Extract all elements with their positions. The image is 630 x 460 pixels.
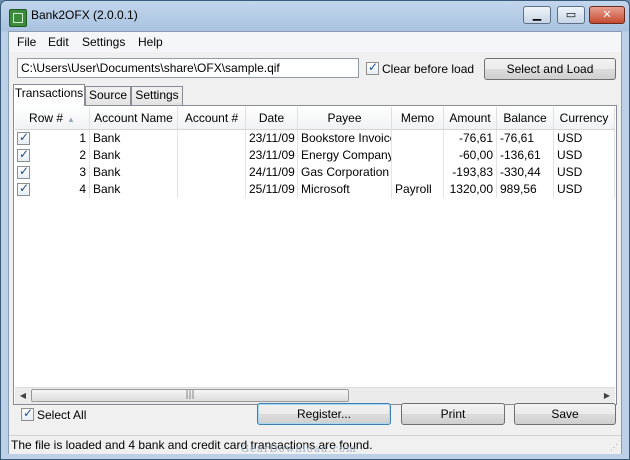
cell-account-name: Bank	[90, 147, 178, 164]
table-row[interactable]: ✓ 2 Bank 23/11/09 Energy Company -60,00 …	[15, 147, 615, 164]
menu-file[interactable]: File	[17, 35, 36, 49]
title-bar[interactable]: Bank2OFX (2.0.0.1) ▁ ▭ ✕	[1, 1, 629, 31]
cell-payee: Bookstore Invoice	[298, 130, 392, 147]
grid-header: Row # ▲ Account Name Account # Date Payee…	[15, 107, 615, 130]
menu-help[interactable]: Help	[138, 35, 163, 49]
column-header-row[interactable]: Row # ▲	[15, 107, 90, 129]
cell-row: 4	[32, 181, 90, 198]
cell-account-name: Bank	[90, 164, 178, 181]
cell-memo	[392, 147, 444, 164]
table-row[interactable]: ✓ 3 Bank 24/11/09 Gas Corporation -193,8…	[15, 164, 615, 181]
cell-date: 23/11/09	[246, 147, 298, 164]
scroll-left-icon[interactable]: ◀	[15, 388, 31, 404]
tab-settings[interactable]: Settings	[131, 86, 183, 105]
column-header-label: Row #	[29, 111, 64, 125]
cell-amount: -193,83	[444, 164, 497, 181]
row-checkbox[interactable]: ✓	[17, 181, 30, 196]
select-and-load-button[interactable]: Select and Load	[484, 58, 616, 80]
cell-memo	[392, 164, 444, 181]
resize-grip-icon[interactable]: ⋰	[610, 443, 620, 453]
app-window: Bank2OFX (2.0.0.1) ▁ ▭ ✕ File Edit Setti…	[0, 0, 630, 460]
check-icon: ✓	[19, 181, 30, 195]
save-button[interactable]: Save	[514, 403, 616, 425]
cell-currency: USD	[554, 147, 615, 164]
watermark: GearDownload.com	[241, 444, 357, 455]
print-button[interactable]: Print	[401, 403, 505, 425]
cell-balance: -136,61	[497, 147, 554, 164]
cell-currency: USD	[554, 164, 615, 181]
menu-edit[interactable]: Edit	[48, 35, 69, 49]
cell-date: 25/11/09	[246, 181, 298, 198]
window-title: Bank2OFX (2.0.0.1)	[31, 8, 138, 22]
cell-row: 1	[32, 130, 90, 147]
client-area: File Edit Settings Help C:\Users\User\Do…	[8, 31, 622, 454]
table-row[interactable]: ✓ 4 Bank 25/11/09 Microsoft Payroll 1320…	[15, 181, 615, 198]
tab-transactions[interactable]: Transactions	[13, 84, 85, 106]
cell-row: 2	[32, 147, 90, 164]
check-icon: ✓	[19, 147, 30, 161]
horizontal-scrollbar[interactable]: ◀ ||| ▶	[15, 387, 615, 404]
clear-before-load-label: Clear before load	[382, 62, 475, 76]
cell-currency: USD	[554, 181, 615, 198]
cell-account-number	[178, 147, 246, 164]
column-header-payee[interactable]: Payee	[298, 107, 392, 129]
table-row[interactable]: ✓ 1 Bank 23/11/09 Bookstore Invoice -76,…	[15, 130, 615, 147]
check-icon: ✓	[23, 406, 34, 420]
cell-date: 24/11/09	[246, 164, 298, 181]
cell-account-number	[178, 130, 246, 147]
cell-balance: -76,61	[497, 130, 554, 147]
maximize-button[interactable]: ▭	[557, 6, 585, 24]
cell-memo	[392, 130, 444, 147]
cell-balance: 989,56	[497, 181, 554, 198]
register-button[interactable]: Register...	[257, 403, 391, 425]
check-icon: ✓	[19, 130, 30, 144]
column-header-account-name[interactable]: Account Name	[90, 107, 178, 129]
scroll-right-icon[interactable]: ▶	[599, 388, 615, 404]
row-checkbox[interactable]: ✓	[17, 130, 30, 145]
cell-memo: Payroll	[392, 181, 444, 198]
cell-payee: Energy Company	[298, 147, 392, 164]
check-icon: ✓	[368, 60, 379, 74]
scrollbar-thumb[interactable]: |||	[31, 389, 349, 402]
clear-before-load-checkbox[interactable]: ✓	[366, 60, 379, 75]
menu-bar: File Edit Settings Help	[9, 32, 621, 52]
column-header-account-number[interactable]: Account #	[178, 107, 246, 129]
select-all-checkbox[interactable]: ✓	[21, 406, 34, 421]
cell-payee: Microsoft	[298, 181, 392, 198]
column-header-currency[interactable]: Currency	[554, 107, 615, 129]
cell-row: 3	[32, 164, 90, 181]
check-icon: ✓	[19, 164, 30, 178]
tab-source[interactable]: Source	[85, 86, 131, 105]
cell-balance: -330,44	[497, 164, 554, 181]
select-all-label: Select All	[37, 408, 87, 422]
cell-amount: -60,00	[444, 147, 497, 164]
cell-account-number	[178, 164, 246, 181]
row-checkbox[interactable]: ✓	[17, 147, 30, 162]
cell-payee: Gas Corporation	[298, 164, 392, 181]
close-button[interactable]: ✕	[589, 6, 625, 24]
sort-ascending-icon: ▲	[67, 115, 75, 124]
file-path-field[interactable]: C:\Users\User\Documents\share\OFX\sample…	[17, 58, 359, 78]
minimize-button[interactable]: ▁	[523, 6, 551, 24]
row-checkbox[interactable]: ✓	[17, 164, 30, 179]
app-icon	[9, 9, 27, 27]
transactions-panel: Row # ▲ Account Name Account # Date Payee…	[13, 105, 617, 405]
cell-account-name: Bank	[90, 181, 178, 198]
column-header-memo[interactable]: Memo	[392, 107, 444, 129]
cell-amount: 1320,00	[444, 181, 497, 198]
transactions-grid: Row # ▲ Account Name Account # Date Payee…	[15, 107, 615, 403]
column-header-amount[interactable]: Amount	[444, 107, 497, 129]
cell-account-number	[178, 181, 246, 198]
column-header-date[interactable]: Date	[246, 107, 298, 129]
cell-amount: -76,61	[444, 130, 497, 147]
cell-date: 23/11/09	[246, 130, 298, 147]
cell-account-name: Bank	[90, 130, 178, 147]
cell-currency: USD	[554, 130, 615, 147]
menu-settings[interactable]: Settings	[82, 35, 125, 49]
column-header-balance[interactable]: Balance	[497, 107, 554, 129]
